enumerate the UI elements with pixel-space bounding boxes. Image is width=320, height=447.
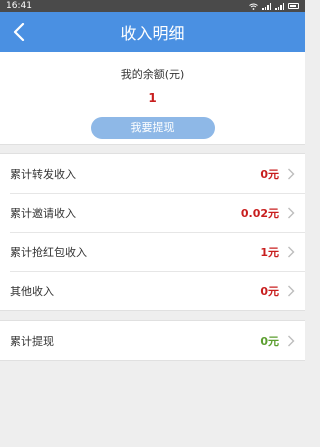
row-label: 其他收入 [10,284,54,298]
row-value: 0元 [260,167,279,181]
row-value: 0.02元 [240,206,279,220]
signal-icon [262,2,271,10]
chevron-right-icon [288,246,295,257]
row-value: 1元 [260,245,279,259]
chevron-right-icon [288,207,295,218]
row-label: 累计提现 [10,334,54,348]
wifi-icon [249,3,258,10]
row-label: 累计抢红包收入 [10,245,87,259]
battery-icon [288,3,299,9]
income-row-forward[interactable]: 累计转发收入 0元 [0,154,305,193]
page-title: 收入明细 [120,24,185,43]
status-bar: 16:41 [0,0,305,12]
status-time: 16:41 [6,1,32,11]
back-arrow-icon [13,23,25,41]
row-value: 0元 [260,334,279,348]
row-label: 累计转发收入 [10,167,76,181]
nav-bar: 收入明细 [0,12,305,52]
income-row-other[interactable]: 其他收入 0元 [0,271,305,310]
row-value: 0元 [260,284,279,298]
income-row-red-packet[interactable]: 累计抢红包收入 1元 [0,232,305,271]
withdraw-list: 累计提现 0元 [0,320,305,361]
status-icons [249,2,299,10]
balance-label: 我的余额(元) [120,68,185,81]
withdraw-total-row[interactable]: 累计提现 0元 [0,321,305,360]
balance-card: 我的余额(元) 1 我要提现 [0,52,305,145]
withdraw-button[interactable]: 我要提现 [90,117,215,139]
chevron-right-icon [288,285,295,296]
row-label: 累计邀请收入 [10,206,76,220]
back-button[interactable] [4,12,34,52]
balance-value: 1 [148,91,157,105]
chevron-right-icon [288,168,295,179]
income-row-invite[interactable]: 累计邀请收入 0.02元 [0,193,305,232]
chevron-right-icon [288,335,295,346]
signal-icon-2 [275,2,284,10]
income-list: 累计转发收入 0元 累计邀请收入 0.02元 累计抢红包收入 1元 其他收入 0… [0,153,305,311]
